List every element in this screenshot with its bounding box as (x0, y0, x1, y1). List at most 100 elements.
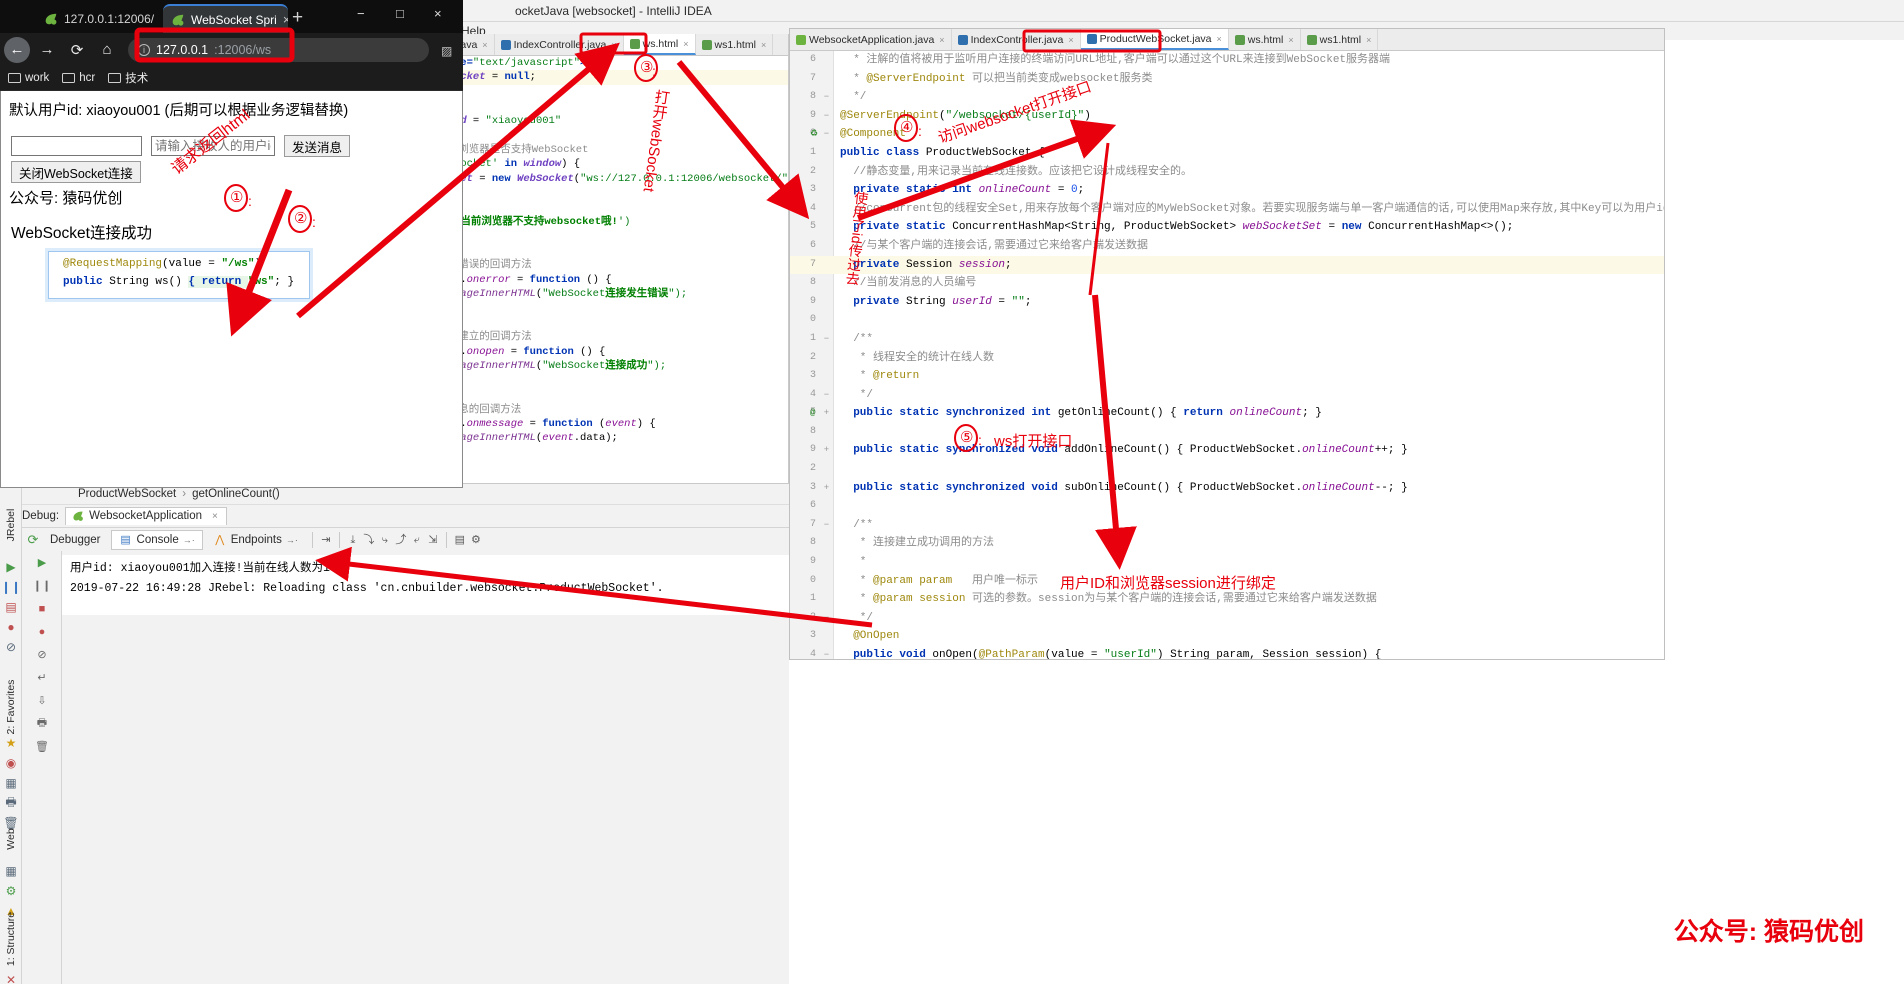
close-window-button[interactable]: × (434, 6, 442, 21)
right-editor-tab-0[interactable]: WebsocketApplication.java × (790, 29, 952, 50)
info-circle-icon[interactable]: i (138, 43, 150, 56)
code-fold-toggle[interactable]: − (822, 330, 831, 349)
right-editor-tab-1[interactable]: IndexController.java × (952, 29, 1081, 50)
force-step-into-icon[interactable]: ⤷ (378, 533, 392, 547)
step-over-icon[interactable]: ⤓ (346, 533, 360, 547)
left-editor-tab-1[interactable]: IndexController.java × (495, 34, 624, 55)
right-editor-tab-2[interactable]: ProductWebSocket.java × (1080, 29, 1229, 50)
scroll-to-end-icon[interactable]: ⇩ (22, 689, 62, 712)
close-icon[interactable]: × (761, 40, 766, 50)
console-output[interactable]: 用户id: xiaoyou001加入连接!当前在线人数为1 2019-07-22 … (62, 555, 789, 615)
debug-side-toolbar[interactable]: ▶ ❙❙ ■ ● ⊘ ↵ ⇩ 🖶 🗑 (22, 551, 62, 984)
tool-window-strip-left[interactable]: JRebel ▶ ❙❙ ▤ ● ⊘ 2: Favorites ★ ◉ ▦ 🖶 🗑… (0, 483, 22, 984)
breakpoints-icon[interactable]: ▦ (2, 773, 20, 793)
soft-wrap-icon[interactable]: ↵ (22, 666, 62, 689)
step-out-icon[interactable]: ⤴ (394, 533, 408, 547)
tool-window-jrebel[interactable]: JRebel (5, 500, 17, 550)
close-icon[interactable]: × (160, 12, 161, 25)
jrebel-stop-icon[interactable]: ▤ (2, 597, 20, 617)
code-fold-toggle[interactable]: − (822, 107, 831, 126)
left-editor-tab-3[interactable]: ws1.html × (696, 34, 774, 55)
code-fold-toggle[interactable]: − (822, 646, 831, 659)
grid-icon[interactable]: ▦ (2, 861, 20, 881)
trash-icon[interactable]: 🗑 (22, 735, 62, 758)
back-button[interactable]: ← (4, 36, 30, 63)
tool-window-structure[interactable]: 1: Structure (5, 899, 17, 979)
pin-tab-icon[interactable]: →· (183, 535, 195, 545)
jrebel-config-icon[interactable]: ● (2, 617, 20, 637)
debug-toolbar[interactable]: ⟳ Debugger ▤ Console →· ⋀ Endpoints →· ⇥ ⤓ ⤵ ⤷… (22, 527, 789, 551)
close-icon[interactable]: × (611, 40, 616, 50)
tool-window-web[interactable]: Web (5, 819, 17, 859)
close-icon[interactable]: × (283, 13, 288, 26)
browser-tab-1[interactable]: 127.0.0.1:12006/ × (36, 4, 161, 33)
debug-tab-endpoints[interactable]: ⋀ Endpoints →· (205, 530, 306, 550)
close-icon[interactable]: × (1288, 35, 1293, 45)
code-fold-toggle[interactable]: − (822, 609, 831, 628)
close-icon[interactable]: × (1068, 35, 1073, 45)
code-fold-toggle[interactable]: + (822, 441, 831, 460)
code-fold-toggle[interactable]: − (822, 386, 831, 405)
show-execution-point-icon[interactable]: ⇥ (319, 533, 333, 547)
pin-tab-icon[interactable]: →· (286, 535, 298, 545)
editor-tabstrip-right[interactable]: WebsocketApplication.java × IndexControlle… (790, 29, 1664, 51)
gutter-marker-icon[interactable]: @ (810, 404, 815, 423)
print-icon[interactable]: 🖶 (22, 712, 62, 735)
qr-code-icon[interactable]: ▨ (441, 44, 455, 58)
debug-config-close[interactable]: × (212, 511, 218, 522)
code-area-right[interactable]: 6 * 注解的值将被用于监听用户连接的终端访问URL地址,客户端可以通过这个UR… (790, 51, 1664, 659)
gear-icon[interactable]: ⚙ (2, 881, 20, 901)
forward-button[interactable]: → (34, 37, 60, 63)
code-fold-toggle[interactable]: − (822, 125, 831, 144)
maximize-button[interactable]: □ (396, 6, 404, 21)
step-into-icon[interactable]: ⤵ (362, 533, 376, 547)
stop-icon[interactable]: ■ (22, 597, 62, 620)
run-to-cursor-icon[interactable]: ⇲ (426, 533, 440, 547)
close-x-icon[interactable]: ✕ (2, 970, 20, 984)
breadcrumb-class[interactable]: ProductWebSocket (78, 488, 176, 500)
left-editor-tab-2[interactable]: ws.html × (623, 34, 696, 55)
drop-frame-icon[interactable]: ⤶ (410, 533, 424, 547)
close-icon[interactable]: × (1366, 35, 1371, 45)
close-icon[interactable]: × (939, 35, 944, 45)
close-icon[interactable]: × (1217, 34, 1222, 44)
close-websocket-button[interactable]: 关闭WebSocket连接 (11, 161, 141, 183)
bookmark-hcr[interactable]: hcr (62, 72, 95, 84)
printer-icon[interactable]: 🖶 (2, 793, 20, 813)
send-message-button[interactable]: 发送消息 (284, 135, 351, 157)
code-fold-toggle[interactable]: + (822, 479, 831, 498)
bookmark-icon[interactable]: ◉ (2, 753, 20, 773)
rerun-icon[interactable]: ⟳ (26, 532, 40, 547)
close-icon[interactable]: × (482, 40, 487, 50)
debug-config-tab[interactable]: WebsocketApplication close-icon × (65, 507, 227, 525)
jrebel-pause-icon[interactable]: ❙❙ (1, 577, 21, 597)
star-icon[interactable]: ★ (2, 733, 20, 753)
message-input[interactable] (11, 136, 142, 156)
receiver-id-input[interactable] (151, 136, 275, 156)
resume-program-icon[interactable]: ▶ (22, 551, 62, 574)
home-button[interactable]: ⌂ (94, 37, 120, 63)
right-editor-tab-3[interactable]: ws.html × (1229, 29, 1301, 50)
pause-program-icon[interactable]: ❙❙ (22, 574, 62, 597)
address-bar[interactable]: i 127.0.0.1:12006/ws (128, 37, 429, 62)
debug-tab-debugger[interactable]: Debugger (42, 531, 109, 549)
reload-button[interactable]: ⟳ (64, 37, 90, 63)
jrebel-mute-icon[interactable]: ⊘ (2, 637, 20, 657)
evaluate-expression-icon[interactable]: ▤ (453, 533, 467, 547)
close-icon[interactable]: × (683, 39, 688, 49)
gutter-marker-icon[interactable]: ♻ (810, 125, 818, 144)
bookmark-work[interactable]: work (8, 72, 49, 84)
mute-breakpoints-icon[interactable]: ⊘ (22, 643, 62, 666)
right-editor-tab-4[interactable]: ws1.html × (1301, 29, 1379, 50)
new-tab-button[interactable]: + (292, 8, 303, 27)
jrebel-run-icon[interactable]: ▶ (2, 557, 20, 577)
debug-tab-console[interactable]: ▤ Console →· (110, 529, 203, 550)
bookmark-tech[interactable]: 技术 (108, 70, 148, 86)
breadcrumb-method[interactable]: getOnlineCount() (192, 488, 280, 500)
view-breakpoints-icon[interactable]: ● (22, 620, 62, 643)
browser-tab-2[interactable]: WebSocket Spri × (163, 4, 288, 33)
code-fold-toggle[interactable]: + (822, 404, 831, 423)
minimize-button[interactable]: − (357, 6, 365, 21)
settings-icon[interactable]: ⚙ (469, 533, 483, 547)
code-fold-toggle[interactable]: − (822, 88, 831, 107)
